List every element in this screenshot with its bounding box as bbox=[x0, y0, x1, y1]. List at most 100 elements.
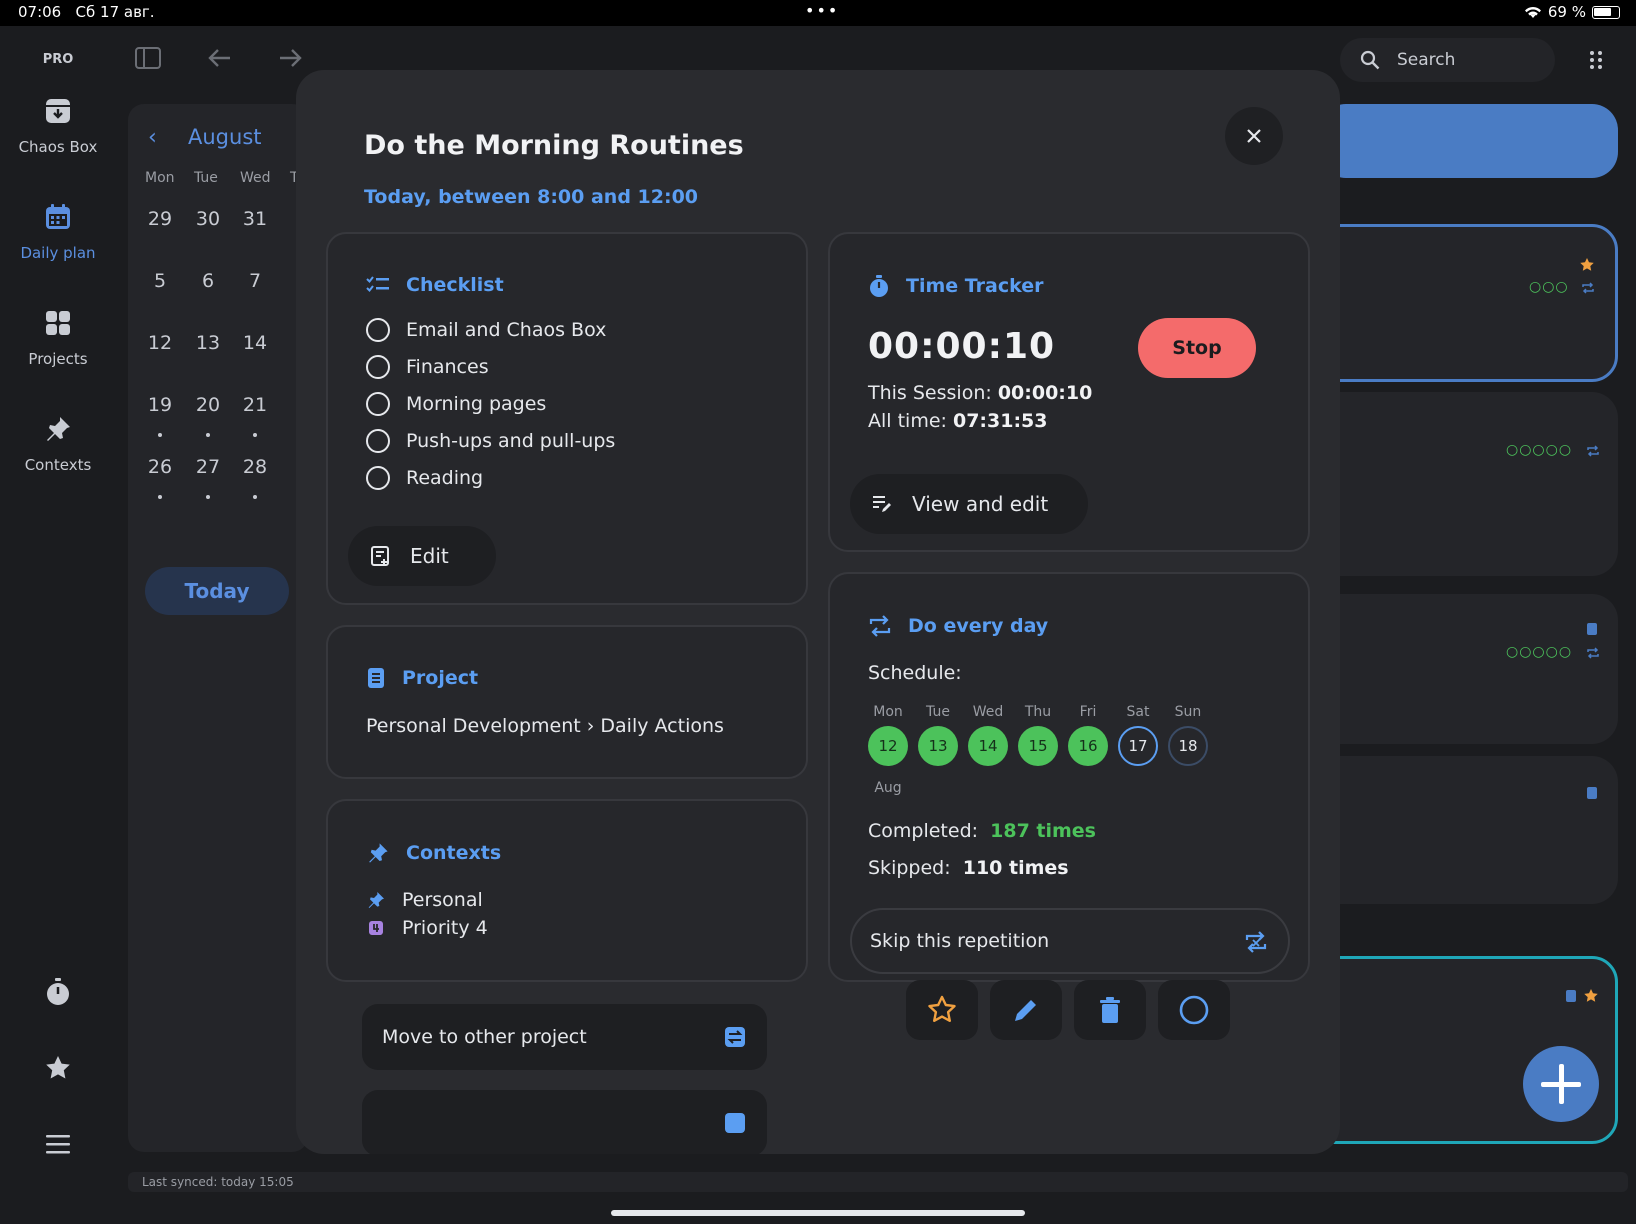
checkbox-circle-icon[interactable] bbox=[366, 318, 390, 342]
task-card[interactable] bbox=[1300, 756, 1618, 904]
month-label: Aug bbox=[874, 780, 902, 796]
calendar-day[interactable]: 29 bbox=[140, 208, 180, 230]
wifi-icon bbox=[1524, 7, 1541, 18]
battery-icon bbox=[1592, 5, 1620, 19]
project-path: Personal Development › Daily Actions bbox=[366, 715, 724, 737]
task-detail-modal: Do the Morning Routines Today, between 8… bbox=[296, 70, 1340, 1154]
forward-arrow-icon[interactable] bbox=[276, 46, 304, 70]
edit-checklist-button[interactable]: Edit bbox=[348, 526, 496, 586]
calendar-day[interactable]: 13 bbox=[188, 332, 228, 354]
edit-notes-icon bbox=[873, 496, 891, 512]
repeat-icon bbox=[1587, 647, 1599, 659]
time-tracker-card: Time Tracker 00:00:10 Stop This Session:… bbox=[828, 232, 1310, 552]
pro-badge: PRO bbox=[42, 52, 74, 67]
schedule-day-today[interactable]: 17 bbox=[1118, 726, 1158, 766]
document-icon bbox=[1566, 990, 1576, 1002]
star-icon[interactable] bbox=[42, 1052, 74, 1084]
calendar-day[interactable]: 27 bbox=[188, 456, 228, 478]
checklist-header: Checklist bbox=[366, 274, 504, 296]
calendar-icon bbox=[46, 204, 70, 229]
pencil-icon bbox=[1015, 1000, 1036, 1021]
schedule-day-future[interactable]: 18 bbox=[1168, 726, 1208, 766]
checklist-item[interactable]: Push-ups and pull-ups bbox=[366, 429, 615, 453]
sidebar-item-projects[interactable]: Projects bbox=[0, 308, 116, 368]
add-task-button[interactable] bbox=[1523, 1046, 1599, 1122]
view-and-edit-button[interactable]: View and edit bbox=[850, 474, 1088, 534]
calendar-day[interactable]: 31 bbox=[235, 208, 275, 230]
completed-count: Completed: 187 times bbox=[868, 820, 1096, 842]
task-card[interactable]: ○○○○○ bbox=[1300, 594, 1618, 744]
schedule-day-done[interactable]: 15 bbox=[1018, 726, 1058, 766]
contexts-card[interactable]: Contexts Personal Priority 4 bbox=[326, 799, 808, 982]
status-bar: 07:06 Сб 17 авг. ••• 69 % bbox=[0, 0, 1636, 26]
skip-repetition-button[interactable]: Skip this repetition bbox=[850, 908, 1290, 974]
calendar-event-dot bbox=[253, 495, 257, 499]
context-item: Priority 4 bbox=[366, 917, 488, 939]
edit-task-button[interactable] bbox=[990, 980, 1062, 1040]
sidebar-item-contexts[interactable]: Contexts bbox=[0, 414, 116, 474]
repeat-card: Do every day Schedule: Mon Tue Wed Thu F… bbox=[828, 572, 1310, 982]
weekday-label: Thu bbox=[1024, 704, 1052, 720]
search-input[interactable]: Search bbox=[1340, 38, 1555, 82]
sidebar-toggle-icon[interactable] bbox=[134, 46, 162, 70]
skipped-count: Skipped: 110 times bbox=[868, 857, 1069, 879]
checkbox-circle-icon[interactable] bbox=[366, 429, 390, 453]
weekday-label: Mon bbox=[873, 704, 903, 720]
alltime-time: All time: 07:31:53 bbox=[868, 410, 1048, 432]
schedule-day-done[interactable]: 13 bbox=[918, 726, 958, 766]
calendar-day[interactable]: 6 bbox=[188, 270, 228, 292]
favorite-button[interactable] bbox=[906, 980, 978, 1040]
sidebar-item-chaos-box[interactable]: Chaos Box bbox=[0, 96, 116, 156]
move-to-project-button[interactable]: Move to other project bbox=[362, 1004, 767, 1070]
task-card[interactable]: ○○○○○ bbox=[1300, 392, 1618, 576]
partially-visible-button[interactable] bbox=[362, 1090, 767, 1154]
close-icon bbox=[1247, 129, 1261, 143]
calendar-day[interactable]: 30 bbox=[188, 208, 228, 230]
menu-icon[interactable] bbox=[42, 1128, 74, 1160]
timer-icon[interactable] bbox=[42, 976, 74, 1008]
today-button[interactable]: Today bbox=[145, 567, 289, 615]
calendar-day[interactable]: 7 bbox=[235, 270, 275, 292]
calendar-weekday: Tue bbox=[194, 170, 218, 186]
task-card[interactable]: ○○○ bbox=[1300, 224, 1618, 382]
multitask-dots[interactable]: ••• bbox=[805, 1, 839, 20]
calendar-day[interactable]: 19 bbox=[140, 394, 180, 416]
project-header: Project bbox=[366, 667, 478, 689]
checkbox-circle-icon[interactable] bbox=[366, 466, 390, 490]
repeat-icon bbox=[1587, 445, 1599, 457]
stop-timer-button[interactable]: Stop bbox=[1138, 318, 1256, 378]
weekday-label: Wed bbox=[972, 704, 1004, 720]
schedule-day-done[interactable]: 14 bbox=[968, 726, 1008, 766]
schedule-day-done[interactable]: 16 bbox=[1068, 726, 1108, 766]
project-document-icon bbox=[368, 668, 384, 688]
sidebar-item-daily-plan[interactable]: Daily plan bbox=[0, 202, 116, 262]
checklist-item[interactable]: Email and Chaos Box bbox=[366, 318, 606, 342]
right-banner[interactable] bbox=[1320, 104, 1618, 178]
sidebar: PRO Chaos Box Daily plan Projects Contex… bbox=[0, 26, 116, 1224]
home-indicator[interactable] bbox=[611, 1210, 1025, 1216]
delete-task-button[interactable] bbox=[1074, 980, 1146, 1040]
calendar-day[interactable]: 26 bbox=[140, 456, 180, 478]
calendar-day[interactable]: 20 bbox=[188, 394, 228, 416]
calendar-day[interactable]: 28 bbox=[235, 456, 275, 478]
complete-task-button[interactable] bbox=[1158, 980, 1230, 1040]
more-grid-icon[interactable] bbox=[1588, 50, 1604, 70]
checklist-item[interactable]: Morning pages bbox=[366, 392, 546, 416]
calendar-day[interactable]: 5 bbox=[140, 270, 180, 292]
chevron-left-icon[interactable]: ‹ bbox=[148, 125, 157, 150]
checkbox-circle-icon[interactable] bbox=[366, 355, 390, 379]
schedule-day-done[interactable]: 12 bbox=[868, 726, 908, 766]
trash-icon bbox=[1100, 997, 1120, 1023]
calendar-event-dot bbox=[206, 433, 210, 437]
calendar-day[interactable]: 12 bbox=[140, 332, 180, 354]
project-card[interactable]: Project Personal Development › Daily Act… bbox=[326, 625, 808, 779]
calendar-day[interactable]: 21 bbox=[235, 394, 275, 416]
checklist-item[interactable]: Finances bbox=[366, 355, 489, 379]
back-arrow-icon[interactable] bbox=[206, 46, 234, 70]
calendar-day[interactable]: 14 bbox=[235, 332, 275, 354]
checkbox-circle-icon[interactable] bbox=[366, 392, 390, 416]
checklist-item[interactable]: Reading bbox=[366, 466, 483, 490]
close-button[interactable] bbox=[1225, 107, 1283, 165]
repeat-icon bbox=[869, 615, 891, 637]
elapsed-timer: 00:00:10 bbox=[868, 326, 1056, 367]
